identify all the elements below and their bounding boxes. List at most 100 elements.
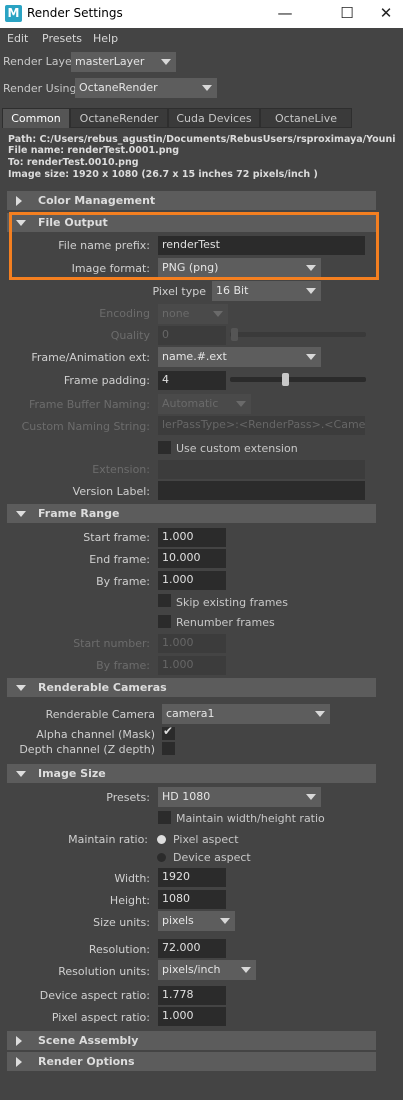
height-input[interactable]: 1080 bbox=[158, 890, 226, 909]
section-title: Color Management bbox=[38, 194, 156, 207]
quality-label: Quality bbox=[110, 329, 150, 342]
menu-presets[interactable]: Presets bbox=[42, 32, 82, 45]
info-path: Path: C:/Users/rebus_agustin/Documents/R… bbox=[8, 134, 403, 145]
chevron-down-icon bbox=[208, 304, 228, 324]
depth-channel-checkbox[interactable] bbox=[162, 742, 175, 755]
quality-slider[interactable] bbox=[230, 332, 366, 337]
minimize-button[interactable]: — bbox=[268, 0, 302, 28]
section-title: Render Options bbox=[38, 1055, 135, 1068]
section-title: Image Size bbox=[38, 767, 106, 780]
render-layer-dropdown[interactable]: masterLayer bbox=[71, 52, 176, 72]
window-titlebar: M Render Settings — ☐ ✕ bbox=[0, 0, 403, 28]
resolution-units-label: Resolution units: bbox=[58, 965, 150, 978]
by-frame-renumber-label: By frame: bbox=[96, 659, 150, 672]
version-label-input[interactable] bbox=[158, 481, 365, 500]
frame-buffer-naming-dropdown[interactable]: Automatic bbox=[158, 394, 251, 414]
pixel-type-dropdown[interactable]: 16 Bit bbox=[212, 281, 321, 301]
collapse-arrow-icon bbox=[16, 771, 26, 777]
resolution-units-value: pixels/inch bbox=[162, 963, 221, 976]
size-units-dropdown[interactable]: pixels bbox=[158, 911, 235, 931]
menu-help[interactable]: Help bbox=[93, 32, 118, 45]
device-aspect-radio[interactable] bbox=[157, 853, 166, 862]
collapse-arrow-icon bbox=[16, 511, 26, 517]
maximize-button[interactable]: ☐ bbox=[330, 0, 364, 28]
tab-common[interactable]: Common bbox=[2, 108, 70, 128]
info-file-name: File name: renderTest.0001.png bbox=[8, 145, 180, 156]
frame-padding-input[interactable]: 4 bbox=[158, 371, 226, 390]
height-label: Height: bbox=[109, 894, 150, 907]
end-frame-input[interactable]: 10.000 bbox=[158, 549, 226, 568]
render-using-label: Render Using bbox=[3, 82, 77, 95]
device-aspect-ratio-input[interactable]: 1.778 bbox=[158, 986, 226, 1005]
pixel-aspect-ratio-label: Pixel aspect ratio: bbox=[51, 1011, 150, 1024]
maintain-wh-ratio-checkbox[interactable] bbox=[158, 811, 171, 824]
size-units-label: Size units: bbox=[93, 916, 150, 929]
section-scene-assembly[interactable]: Scene Assembly bbox=[7, 1031, 376, 1050]
expand-arrow-icon bbox=[16, 196, 22, 206]
section-renderable-cameras[interactable]: Renderable Cameras bbox=[7, 678, 376, 697]
section-color-management[interactable]: Color Management bbox=[7, 191, 376, 210]
vertical-scrollbar[interactable] bbox=[395, 128, 403, 1100]
quality-input[interactable]: 0 bbox=[158, 326, 226, 345]
chevron-down-icon bbox=[236, 960, 256, 980]
start-frame-input[interactable]: 1.000 bbox=[158, 528, 226, 547]
extension-input[interactable] bbox=[158, 460, 365, 479]
collapse-arrow-icon bbox=[16, 685, 26, 691]
renderable-camera-dropdown[interactable]: camera1 bbox=[162, 704, 330, 724]
chevron-down-icon bbox=[301, 281, 321, 301]
pixel-aspect-ratio-input[interactable]: 1.000 bbox=[158, 1007, 226, 1026]
by-frame-label: By frame: bbox=[96, 575, 150, 588]
section-frame-range[interactable]: Frame Range bbox=[7, 504, 376, 523]
frame-padding-label: Frame padding: bbox=[63, 374, 150, 387]
expand-arrow-icon bbox=[16, 1036, 22, 1046]
render-layer-label: Render Layer bbox=[3, 55, 77, 68]
pixel-aspect-radio[interactable] bbox=[157, 835, 166, 844]
width-input[interactable]: 1920 bbox=[158, 868, 226, 887]
tab-octanerender[interactable]: OctaneRender bbox=[70, 108, 168, 128]
info-to: To: renderTest.0010.png bbox=[8, 157, 139, 168]
chevron-down-icon bbox=[301, 787, 321, 807]
renumber-frames-checkbox[interactable] bbox=[158, 615, 171, 628]
section-render-options[interactable]: Render Options bbox=[7, 1052, 376, 1071]
custom-naming-label: Custom Naming String: bbox=[21, 420, 150, 433]
maintain-wh-ratio-label: Maintain width/height ratio bbox=[176, 812, 325, 825]
renumber-frames-label: Renumber frames bbox=[176, 616, 275, 629]
menu-edit[interactable]: Edit bbox=[7, 32, 28, 45]
renderable-camera-value: camera1 bbox=[166, 707, 215, 720]
close-button[interactable]: ✕ bbox=[369, 0, 403, 28]
frame-ext-dropdown[interactable]: name.#.ext bbox=[158, 347, 321, 367]
section-image-size[interactable]: Image Size bbox=[7, 764, 376, 783]
presets-dropdown[interactable]: HD 1080 bbox=[158, 787, 321, 807]
render-using-dropdown[interactable]: OctaneRender bbox=[75, 78, 217, 98]
tab-cuda-devices[interactable]: Cuda Devices bbox=[168, 108, 260, 128]
width-label: Width: bbox=[114, 872, 150, 885]
use-custom-extension-checkbox[interactable] bbox=[158, 441, 171, 454]
alpha-channel-checkbox[interactable] bbox=[162, 724, 175, 740]
tab-octanelive[interactable]: OctaneLive bbox=[260, 108, 352, 128]
chevron-down-icon bbox=[197, 78, 217, 98]
quality-slider-handle[interactable] bbox=[231, 328, 238, 341]
resolution-units-dropdown[interactable]: pixels/inch bbox=[158, 960, 256, 980]
window-title: Render Settings bbox=[27, 6, 123, 20]
device-aspect-ratio-label: Device aspect ratio: bbox=[39, 989, 150, 1002]
by-frame-renumber-input[interactable]: 1.000 bbox=[158, 656, 226, 675]
chevron-down-icon bbox=[301, 347, 321, 367]
encoding-label: Encoding bbox=[99, 307, 150, 320]
resolution-input[interactable]: 72.000 bbox=[158, 939, 226, 958]
encoding-dropdown[interactable]: none bbox=[158, 304, 228, 324]
custom-naming-input[interactable]: lerPassType>:<RenderPass>.<Camera> bbox=[158, 416, 365, 435]
chevron-down-icon bbox=[215, 911, 235, 931]
extension-label: Extension: bbox=[92, 463, 150, 476]
by-frame-input[interactable]: 1.000 bbox=[158, 571, 226, 590]
skip-existing-frames-label: Skip existing frames bbox=[176, 596, 288, 609]
skip-existing-frames-checkbox[interactable] bbox=[158, 594, 171, 607]
info-image-size: Image size: 1920 x 1080 (26.7 x 15 inche… bbox=[8, 169, 318, 180]
start-number-input[interactable]: 1.000 bbox=[158, 634, 226, 653]
frame-padding-slider[interactable] bbox=[230, 377, 366, 382]
section-title: Frame Range bbox=[38, 507, 120, 520]
renderable-camera-label: Renderable Camera bbox=[45, 708, 155, 721]
pixel-type-label: Pixel type bbox=[152, 285, 206, 298]
device-aspect-label: Device aspect bbox=[173, 851, 251, 864]
frame-padding-slider-handle[interactable] bbox=[282, 373, 289, 386]
maintain-ratio-label: Maintain ratio: bbox=[68, 833, 148, 846]
